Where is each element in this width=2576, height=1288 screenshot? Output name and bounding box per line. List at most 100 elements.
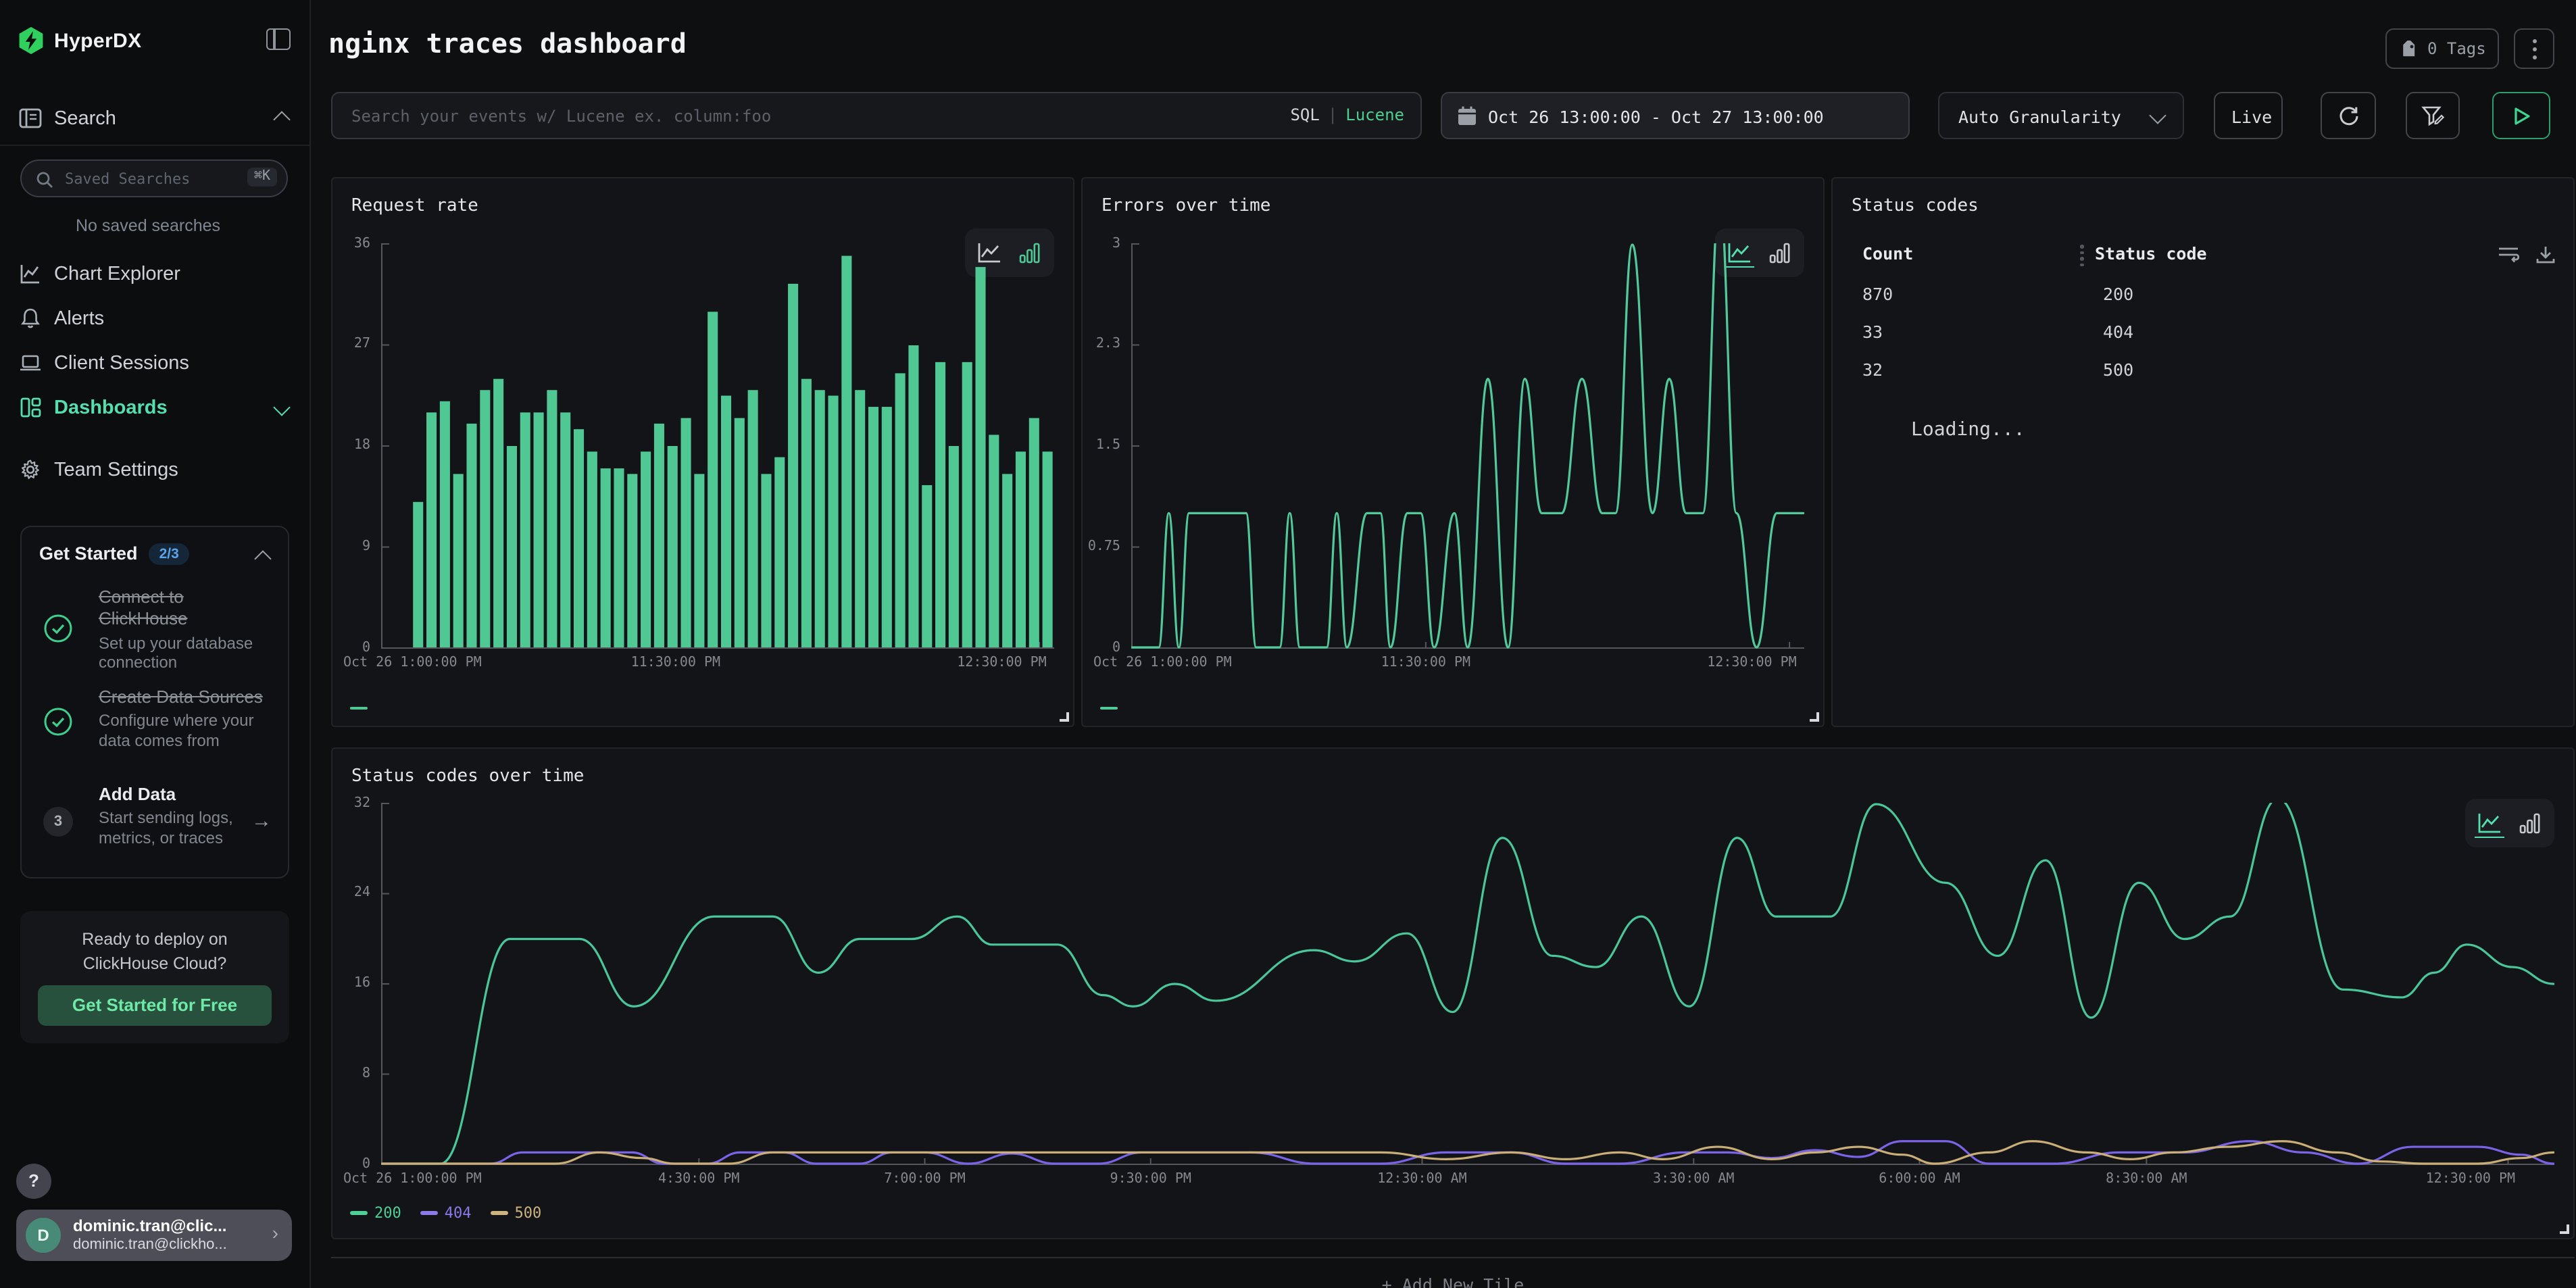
arrow-right-icon: → [251, 810, 272, 833]
y-axis-tick-label: 16 [332, 976, 370, 991]
bar [882, 407, 892, 647]
chevron-up-icon [273, 111, 290, 128]
sql-toggle[interactable]: SQL [1290, 105, 1319, 124]
help-button[interactable]: ? [16, 1164, 51, 1199]
date-range-value: Oct 26 13:00:00 - Oct 27 13:00:00 [1488, 107, 1824, 127]
bar [453, 474, 464, 647]
bar [735, 418, 745, 647]
sidebar-item-search[interactable]: Search [0, 100, 309, 146]
bar [681, 418, 691, 647]
sidebar-item-label: Search [54, 108, 116, 130]
sidebar-collapse-icon[interactable] [266, 28, 291, 50]
legend-dash-icon [350, 706, 368, 710]
check-circle-icon [43, 614, 73, 643]
filter-button[interactable] [2406, 92, 2460, 139]
table-row[interactable]: 870 200 [1833, 284, 2573, 316]
column-resize-grip[interactable] [2080, 245, 2085, 266]
x-axis-tick-label: 7:00:00 PM [884, 1172, 965, 1187]
x-axis-tick-label: Oct 26 1:00:00 PM [343, 1172, 482, 1187]
sidebar-item-dashboards[interactable]: Dashboards [0, 393, 309, 426]
refresh-button[interactable] [2321, 92, 2376, 139]
add-new-tile-button[interactable]: + Add New Tile [331, 1257, 2575, 1288]
sidebar-item-client-sessions[interactable]: Client Sessions [0, 349, 309, 381]
column-header-count[interactable]: Count [1862, 243, 1913, 264]
tags-button[interactable]: 0 Tags [2385, 28, 2499, 69]
sidebar-item-chart-explorer[interactable]: Chart Explorer [0, 259, 309, 292]
chart-plot [381, 803, 2554, 1165]
legend-item[interactable]: 404 [420, 1204, 472, 1222]
table-row[interactable]: 33 404 [1833, 322, 2573, 354]
x-axis-tick-label: 3:30:00 AM [1653, 1172, 1734, 1187]
bar [815, 390, 825, 647]
x-axis-tick-label: 12:30:00 AM [1377, 1172, 1466, 1187]
bar [962, 362, 972, 647]
wrap-lines-icon[interactable] [2498, 245, 2519, 265]
bar [507, 446, 517, 647]
tags-label: 0 Tags [2427, 39, 2486, 58]
bar [1043, 451, 1053, 647]
live-button[interactable]: Live [2214, 92, 2283, 139]
dashboards-icon [19, 396, 42, 419]
panel-resize-handle[interactable] [1810, 712, 1819, 722]
bar [949, 446, 959, 647]
get-started-step-2[interactable]: Create Data Sources Configure where your… [39, 687, 274, 757]
sidebar: HyperDX Search ⌘K No saved searches [0, 0, 311, 1288]
get-started-header[interactable]: Get Started2/3 [39, 542, 272, 569]
bar [560, 412, 570, 647]
bar [801, 379, 812, 647]
bar [841, 256, 851, 647]
sidebar-item-alerts[interactable]: Alerts [0, 304, 309, 337]
sidebar-item-label: Client Sessions [54, 353, 189, 374]
download-icon[interactable] [2535, 245, 2556, 265]
legend-item[interactable]: 500 [491, 1204, 542, 1222]
sidebar-item-label: Alerts [54, 308, 104, 330]
dashboard-menu-button[interactable] [2514, 28, 2554, 69]
event-search-input[interactable] [349, 93, 1146, 138]
bar [480, 390, 490, 647]
y-axis-tick-label: 9 [332, 539, 370, 554]
get-started-step-3[interactable]: 3 Add Data Start sending logs, metrics, … [39, 784, 274, 860]
bar [668, 446, 678, 647]
y-axis-tick-label: 0 [332, 640, 370, 655]
bar [708, 312, 718, 647]
run-query-button[interactable] [2492, 92, 2550, 139]
column-header-status-code[interactable]: Status code [2095, 243, 2207, 264]
user-menu[interactable]: D dominic.tran@clic... dominic.tran@clic… [16, 1210, 292, 1261]
saved-searches-input[interactable] [62, 161, 224, 196]
get-started-step-1[interactable]: Connect to ClickHouse Set up your databa… [39, 587, 274, 670]
bar [627, 474, 637, 647]
bar [426, 412, 437, 647]
x-axis-tick-label: 8:30:00 AM [2106, 1172, 2187, 1187]
step-title: Connect to ClickHouse [99, 587, 274, 630]
add-new-tile-label: + Add New Tile [331, 1274, 2575, 1288]
bar [748, 390, 758, 647]
step-title: Create Data Sources [99, 687, 274, 709]
avatar: D [26, 1218, 61, 1253]
table-row[interactable]: 32 500 [1833, 360, 2573, 392]
table-header: Count Status code [1833, 238, 2573, 273]
series-line-errors [1132, 243, 1804, 647]
bar [761, 474, 771, 647]
legend-item[interactable] [350, 706, 368, 710]
granularity-select[interactable]: Auto Granularity [1938, 92, 2184, 139]
panel-resize-handle[interactable] [1060, 712, 1069, 722]
lucene-toggle[interactable]: Lucene [1345, 105, 1404, 124]
no-saved-searches-text: No saved searches [76, 216, 220, 235]
cloud-promo-line1: Ready to deploy on [20, 927, 289, 951]
legend-item[interactable] [1100, 706, 1118, 710]
bar [868, 407, 878, 647]
date-range-picker[interactable]: Oct 26 13:00:00 - Oct 27 13:00:00 [1441, 92, 1910, 139]
panel-title: Errors over time [1101, 196, 1270, 216]
get-started-title: Get Started [39, 543, 138, 564]
loading-text: Loading... [1911, 419, 2025, 441]
brand-row: HyperDX [0, 24, 309, 62]
bar [721, 396, 731, 648]
legend-item[interactable]: 200 [350, 1204, 401, 1222]
panel-resize-handle[interactable] [2560, 1224, 2569, 1234]
bar [547, 390, 557, 647]
get-started-free-button[interactable]: Get Started for Free [38, 985, 272, 1026]
y-axis-tick-label: 32 [332, 795, 370, 810]
sidebar-item-team-settings[interactable]: Team Settings [0, 455, 309, 488]
panel-status-codes-over-time: Status codes over time 200404500 3224168… [331, 747, 2575, 1239]
series-line-404 [382, 1141, 2554, 1164]
